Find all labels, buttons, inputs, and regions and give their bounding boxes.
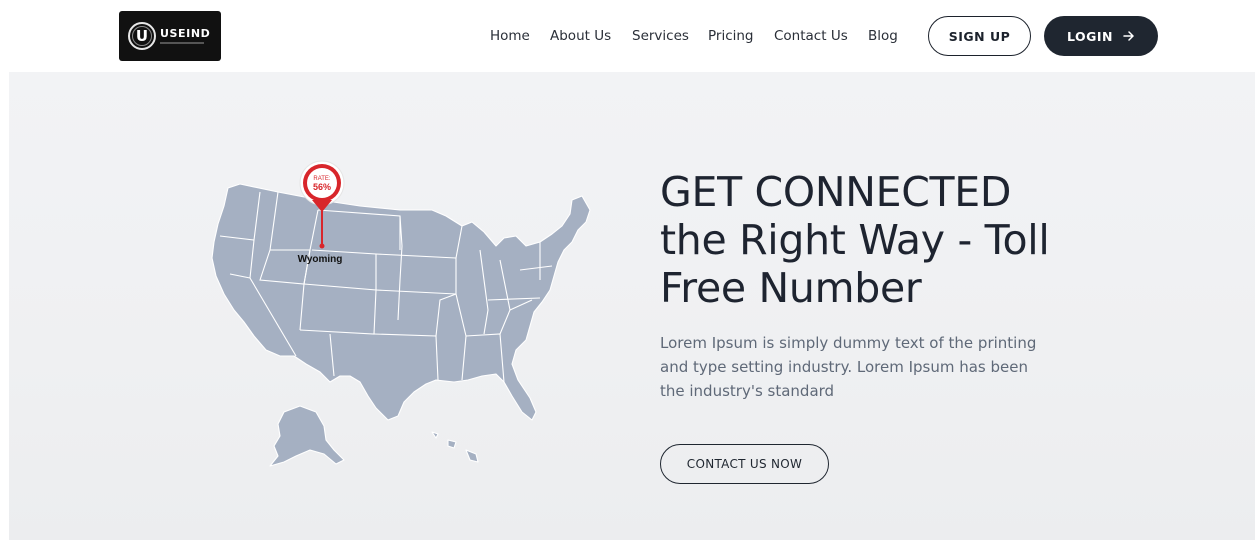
nav-contact-us[interactable]: Contact Us xyxy=(774,28,848,44)
logo-mark-icon: U xyxy=(128,22,156,50)
pin-rate-value: 56% xyxy=(313,182,331,192)
hawaii-shape xyxy=(431,431,479,463)
brand-tagline-decoration xyxy=(160,42,204,44)
site-header: U USEIND Home About Us Services Pricing … xyxy=(0,0,1255,72)
brand-logo[interactable]: U USEIND xyxy=(119,11,221,61)
login-label: LOGIN xyxy=(1066,28,1114,44)
nav-home[interactable]: Home xyxy=(490,28,530,44)
nav-blog[interactable]: Blog xyxy=(868,28,898,44)
hero-headline: GET CONNECTED the Right Way - Toll Free … xyxy=(660,168,1050,312)
nav-services[interactable]: Services xyxy=(632,28,689,44)
hero-lead: Lorem Ipsum is simply dummy text of the … xyxy=(660,334,1037,400)
signup-button[interactable]: SIGN UP xyxy=(928,16,1031,56)
nav-pricing[interactable]: Pricing xyxy=(708,28,754,44)
brand-name: USEIND xyxy=(160,27,211,40)
arrow-right-icon xyxy=(1123,31,1134,41)
login-button[interactable]: LOGIN xyxy=(1044,16,1158,56)
contiguous-us-shape xyxy=(211,183,591,421)
alaska-shape xyxy=(269,405,345,467)
nav-about-us[interactable]: About Us xyxy=(550,28,611,44)
usa-map: RATE: 56% Wyoming xyxy=(211,160,591,467)
contact-us-now-button[interactable]: CONTACT US NOW xyxy=(660,444,829,484)
state-label: Wyoming xyxy=(298,254,343,265)
